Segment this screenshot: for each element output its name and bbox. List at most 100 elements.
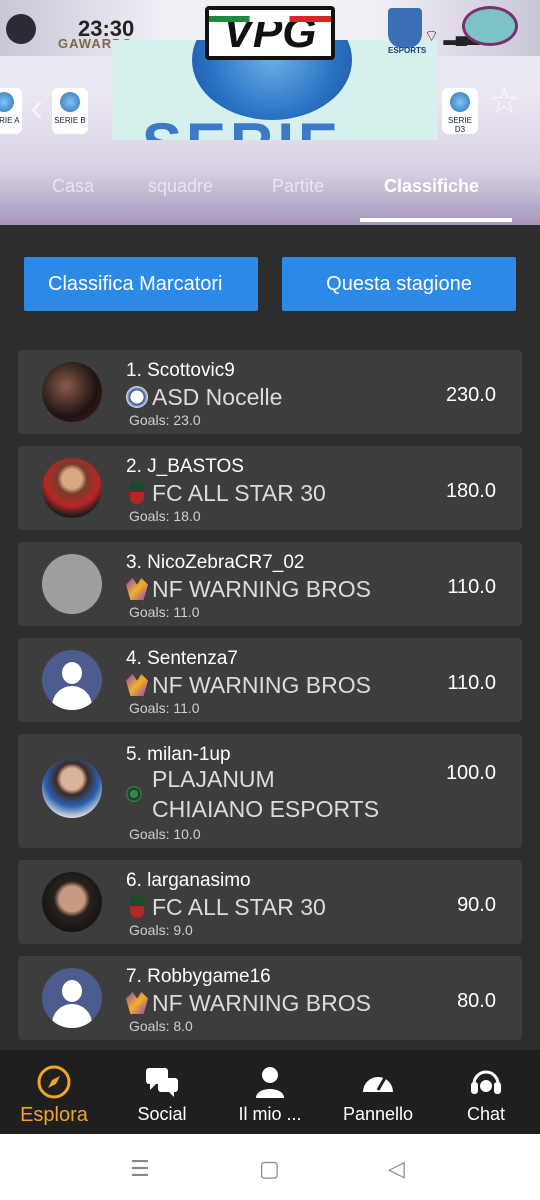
avatar [42, 872, 102, 932]
warning-bros-icon [126, 992, 148, 1014]
goals-count: Goals: 9.0 [129, 922, 193, 938]
crest-caption: ESPORTS [388, 46, 427, 55]
home-icon[interactable]: ▢ [259, 1156, 280, 1182]
italy-flag-stripe [209, 16, 331, 22]
points-value: 110.0 [447, 672, 496, 694]
team-row: NF WARNING BROS [126, 574, 371, 604]
scorer-card[interactable]: 3. NicoZebraCR7_02 NF WARNING BROS Goals… [18, 542, 522, 626]
nav-label: Social [137, 1104, 187, 1124]
points-value: 80.0 [457, 990, 496, 1012]
scorer-card[interactable]: 6. larganasimo FC ALL STAR 30 Goals: 9.0… [18, 860, 522, 944]
default-user-body [52, 686, 92, 710]
season-select-button[interactable]: Questa stagione [282, 257, 516, 311]
tab-classifiche[interactable]: Classifiche [384, 176, 479, 197]
team-name: NF WARNING BROS [152, 672, 371, 698]
tab-squadre[interactable]: squadre [148, 176, 213, 197]
player-rank-name: 2. J_BASTOS [126, 456, 244, 477]
bottom-navigation: Esplora Social Il mio ... Pannello Chat [0, 1050, 540, 1134]
player-rank-name: 3. NicoZebraCR7_02 [126, 552, 305, 573]
nocelle-crest-icon [126, 386, 148, 408]
plajanum-crest-icon [126, 786, 142, 802]
tab-bar: Casa squadre Partite Classifiche [0, 168, 540, 225]
player-rank-name: 5. milan-1up [126, 744, 231, 765]
nav-label: Il mio ... [238, 1104, 302, 1124]
nav-chat[interactable]: Chat [432, 1050, 540, 1134]
team-row: FC ALL STAR 30 [126, 892, 326, 922]
ball-icon [450, 92, 470, 112]
headset-icon [471, 1070, 501, 1094]
user-icon [256, 1067, 284, 1098]
points-value: 180.0 [445, 480, 496, 502]
team-name: ASD Nocelle [152, 384, 283, 410]
header-banner: 23:30 GAWARDS SERIE D1 VPG ESPORTS ⌔ ▂▄▆… [0, 0, 540, 225]
compass-icon [37, 1065, 71, 1099]
default-user-body [52, 1004, 92, 1028]
league-badge-serie-b[interactable]: SERIE B [52, 88, 88, 134]
avatar [42, 362, 102, 422]
tab-partite[interactable]: Partite [272, 176, 324, 197]
team-row: NF WARNING BROS [126, 670, 371, 700]
points-value: 230.0 [445, 384, 496, 406]
goals-count: Goals: 11.0 [129, 604, 200, 620]
player-rank-name: 7. Robbygame16 [126, 966, 271, 987]
banner-text: SERIE D1 [142, 110, 438, 140]
goals-count: Goals: 10.0 [129, 826, 201, 842]
goals-count: Goals: 18.0 [129, 508, 201, 524]
scorers-ranking-button[interactable]: Classifica Marcatori [24, 257, 258, 311]
team-name: NF WARNING BROS [152, 990, 371, 1016]
warning-bros-icon [126, 578, 148, 600]
scorer-card[interactable]: 1. Scottovic9 ASD Nocelle Goals: 23.0 23… [18, 350, 522, 434]
app-root: 23:30 GAWARDS SERIE D1 VPG ESPORTS ⌔ ▂▄▆… [0, 0, 540, 1200]
team-row: NF WARNING BROS [126, 988, 371, 1018]
star-icon[interactable]: ☆ [488, 80, 520, 122]
chat-bubbles-icon [146, 1068, 178, 1097]
nav-pannello[interactable]: Pannello [324, 1050, 432, 1134]
city-crest-icon [388, 8, 422, 48]
league-badge-serie-a[interactable]: SERIE A [0, 88, 22, 134]
warning-bros-icon [126, 674, 148, 696]
tab-casa[interactable]: Casa [52, 176, 94, 197]
active-tab-indicator [360, 218, 512, 222]
team-row: FC ALL STAR 30 [126, 478, 326, 508]
scorer-card[interactable]: 4. Sentenza7 NF WARNING BROS Goals: 11.0… [18, 638, 522, 722]
avatar [42, 650, 102, 710]
nav-esplora[interactable]: Esplora [0, 1050, 108, 1134]
nav-profile[interactable]: Il mio ... [216, 1050, 324, 1134]
avatar [42, 968, 102, 1028]
ball-icon [0, 92, 14, 112]
avatar [42, 554, 102, 614]
team-name: NF WARNING BROS [152, 576, 371, 602]
league-label: SERIE B [54, 116, 86, 125]
back-icon[interactable]: ◁ [388, 1156, 405, 1182]
allstar-crest-icon [130, 896, 144, 918]
system-navigation-bar: ☰ ▢ ◁ [0, 1134, 540, 1200]
team-name-line1: PLAJANUM [152, 766, 275, 792]
nav-social[interactable]: Social [108, 1050, 216, 1134]
menu-icon[interactable]: ☰ [130, 1156, 150, 1182]
ball-icon [60, 92, 80, 112]
scorer-card[interactable]: 7. Robbygame16 NF WARNING BROS Goals: 8.… [18, 956, 522, 1040]
team-name: FC ALL STAR 30 [152, 480, 326, 506]
avatar [42, 458, 102, 518]
allstar-crest-icon [130, 482, 144, 504]
points-value: 110.0 [447, 576, 496, 598]
goals-count: Goals: 23.0 [129, 412, 201, 428]
scorer-card[interactable]: 2. J_BASTOS FC ALL STAR 30 Goals: 18.0 1… [18, 446, 522, 530]
avatar [42, 758, 102, 818]
team-name-line2: CHIAIANO ESPORTS [152, 796, 380, 822]
scorer-card[interactable]: 5. milan-1up PLAJANUM CHIAIANO ESPORTS G… [18, 734, 522, 848]
goals-count: Goals: 8.0 [129, 1018, 193, 1034]
player-rank-name: 4. Sentenza7 [126, 648, 238, 669]
default-user-head [62, 980, 82, 1002]
nav-label: Esplora [20, 1104, 88, 1126]
vpg-logo: VPG [205, 6, 335, 60]
nav-label: Pannello [342, 1104, 414, 1124]
player-rank-name: 1. Scottovic9 [126, 360, 235, 381]
team-row: PLAJANUM CHIAIANO ESPORTS [126, 764, 379, 824]
team-row: ASD Nocelle [126, 382, 282, 412]
points-value: 90.0 [457, 894, 496, 916]
league-label: SERIE A [0, 116, 20, 125]
team-name: FC ALL STAR 30 [152, 894, 326, 920]
league-badge-serie-d3[interactable]: SERIE D3 [442, 88, 478, 134]
chevron-left-icon[interactable]: ‹ [30, 86, 43, 131]
